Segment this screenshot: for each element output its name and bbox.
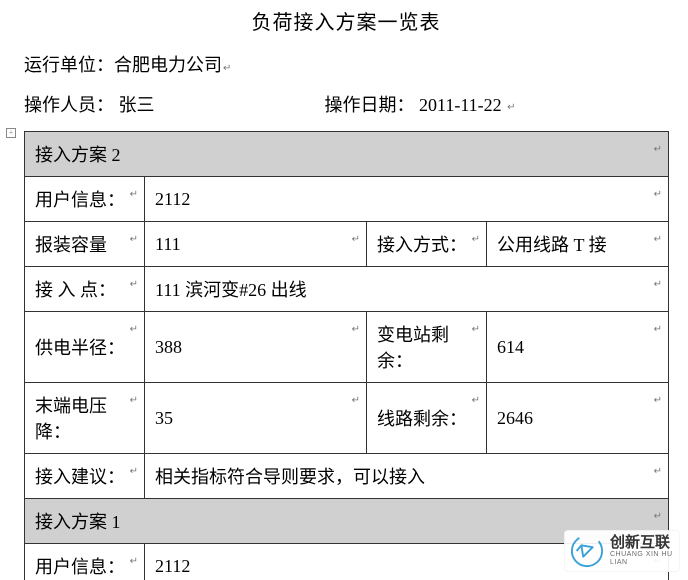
table-row: 供电半径： ↵ 388 ↵ 变电站剩余： ↵ 614 ↵ (25, 312, 669, 383)
return-mark-icon: ↵ (653, 189, 662, 200)
return-mark-icon: ↵ (129, 279, 138, 290)
user-info-value: 2112 (155, 556, 190, 576)
return-mark-icon: ↵ (653, 279, 662, 290)
return-mark-icon: ↵ (653, 324, 662, 335)
meta-date-value: 2011-11-22 (419, 95, 502, 115)
brand-logo-icon (570, 534, 604, 568)
return-mark-icon: ↵ (129, 234, 138, 245)
plan-table: 接入方案 2 ↵ 用户信息： ↵ 2112 ↵ 报装容量 ↵ 111 ↵ 接入方式： ↵ … (24, 131, 669, 580)
line-remaining-value: 2646 (497, 408, 533, 428)
supply-radius-value: 388 (155, 337, 182, 357)
section-heading-text: 接入方案 1 (35, 512, 121, 532)
line-remaining-label: 线路剩余： (377, 409, 467, 429)
end-voltage-drop-label: 末端电压降： (35, 396, 107, 442)
return-mark-icon: ↵ (506, 102, 515, 113)
meta-operator-value: 张三 (119, 95, 155, 115)
return-mark-icon: ↵ (129, 395, 138, 406)
user-info-label: 用户信息： (35, 557, 125, 577)
watermark-brand-cn: 创新互联 (610, 535, 674, 551)
access-point-label: 接 入 点： (35, 280, 116, 300)
return-mark-icon: ↵ (222, 63, 231, 74)
return-mark-icon: ↵ (653, 144, 662, 155)
supply-radius-label: 供电半径： (35, 338, 125, 358)
capacity-value: 111 (155, 234, 181, 254)
return-mark-icon: ↵ (471, 395, 480, 406)
table-row: 末端电压降： ↵ 35 ↵ 线路剩余： ↵ 2646 ↵ (25, 383, 669, 454)
return-mark-icon: ↵ (351, 395, 360, 406)
meta-operator-label: 操作人员： (24, 95, 114, 115)
section-heading-text: 接入方案 2 (35, 145, 121, 165)
meta-unit-line: 运行单位： 合肥电力公司 ↵ (24, 51, 668, 77)
meta-operator-line: 操作人员： 张三 操作日期： 2011-11-22 ↵ (24, 91, 668, 117)
meta-date-label: 操作日期： (325, 95, 415, 115)
table-row: 接入建议： ↵ 相关指标符合导则要求，可以接入 ↵ (25, 454, 669, 499)
suggestion-label: 接入建议： (35, 467, 125, 487)
suggestion-value: 相关指标符合导则要求，可以接入 (155, 467, 425, 487)
document-title: 负荷接入方案一览表 (24, 0, 668, 37)
access-mode-value: 公用线路 T 接 (497, 235, 607, 255)
return-mark-icon: ↵ (471, 234, 480, 245)
watermark: 创新互联 CHUANG XIN HU LIAN (564, 530, 680, 572)
substation-remaining-value: 614 (497, 337, 524, 357)
return-mark-icon: ↵ (653, 234, 662, 245)
user-info-label: 用户信息： (35, 190, 125, 210)
table-row: 报装容量 ↵ 111 ↵ 接入方式： ↵ 公用线路 T 接 ↵ (25, 222, 669, 267)
access-point-value: 111 滨河变#26 出线 (155, 280, 307, 300)
substation-remaining-label: 变电站剩余： (377, 325, 449, 371)
access-mode-label: 接入方式： (377, 235, 467, 255)
return-mark-icon: ↵ (129, 556, 138, 567)
return-mark-icon: ↵ (351, 324, 360, 335)
watermark-brand-en: CHUANG XIN HU LIAN (610, 551, 674, 567)
end-voltage-drop-value: 35 (155, 408, 173, 428)
table-row: 接 入 点： ↵ 111 滨河变#26 出线 ↵ (25, 267, 669, 312)
return-mark-icon: ↵ (653, 511, 662, 522)
return-mark-icon: ↵ (653, 395, 662, 406)
return-mark-icon: ↵ (351, 234, 360, 245)
table-section-heading: 接入方案 2 ↵ (25, 132, 669, 177)
return-mark-icon: ↵ (129, 324, 138, 335)
capacity-label: 报装容量 (35, 235, 107, 255)
meta-unit-value: 合肥电力公司 (114, 51, 222, 77)
return-mark-icon: ↵ (129, 466, 138, 477)
table-anchor-icon (6, 128, 16, 138)
return-mark-icon: ↵ (653, 466, 662, 477)
meta-unit-label: 运行单位： (24, 51, 114, 77)
return-mark-icon: ↵ (471, 324, 480, 335)
table-row: 用户信息： ↵ 2112 ↵ (25, 177, 669, 222)
return-mark-icon: ↵ (129, 189, 138, 200)
user-info-value: 2112 (155, 189, 190, 209)
